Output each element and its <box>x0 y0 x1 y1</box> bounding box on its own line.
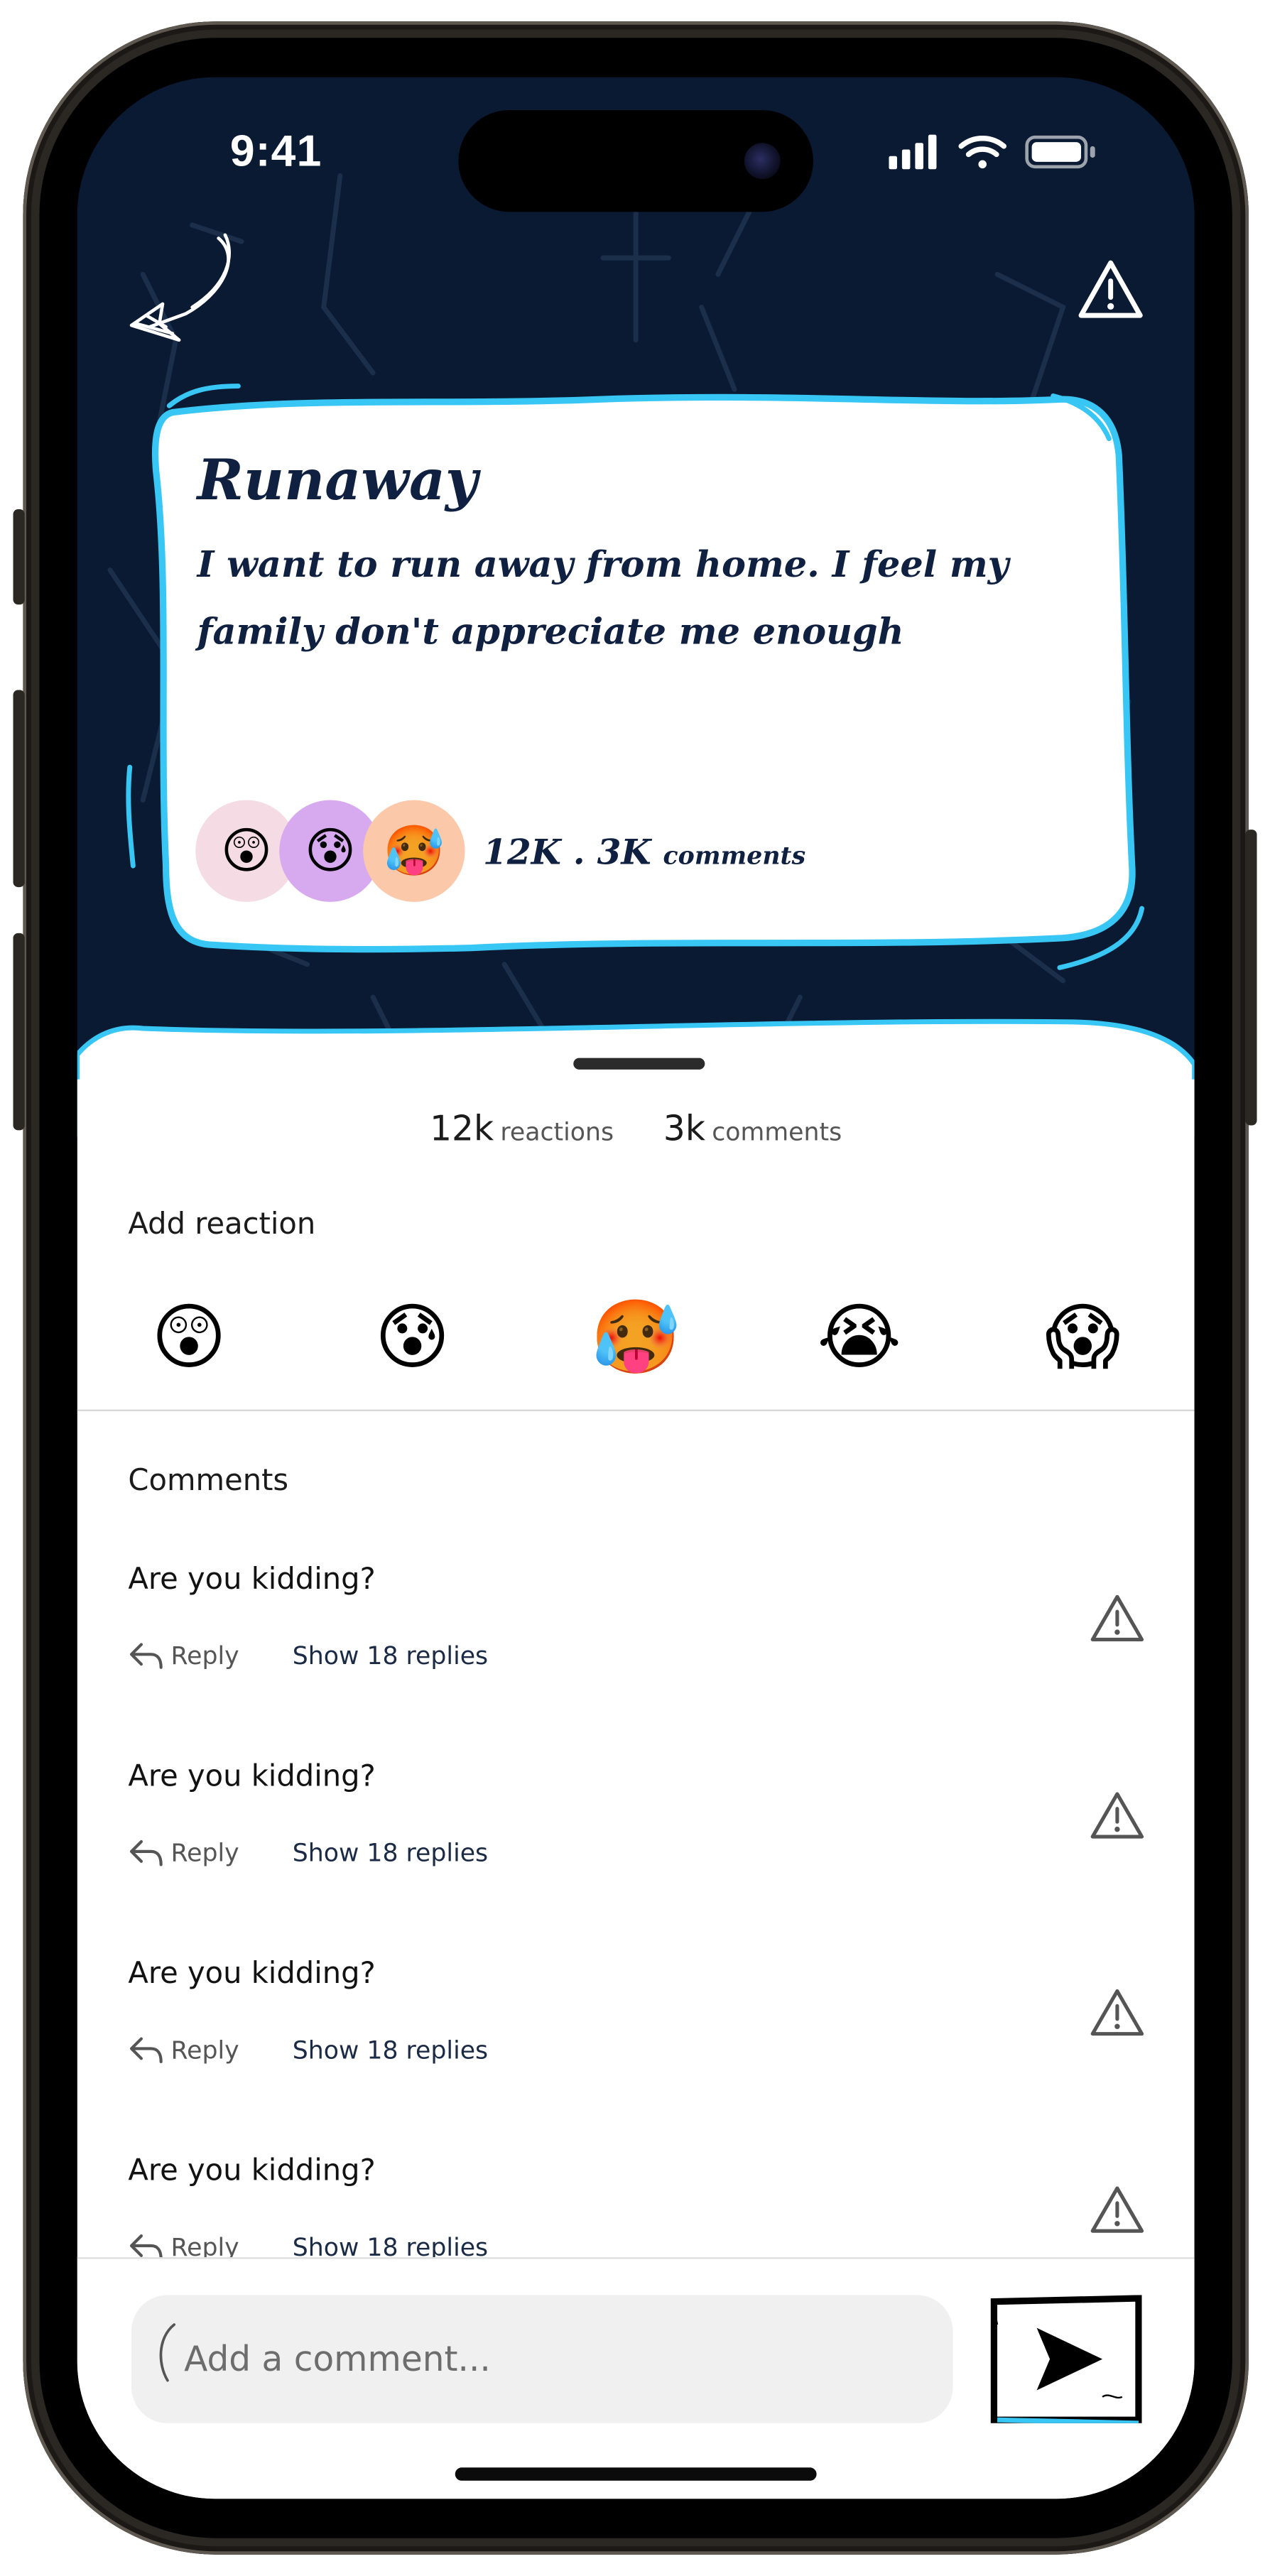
report-warning-icon[interactable] <box>1076 258 1145 320</box>
post-body: I want to run away from home. I feel my … <box>197 543 1009 654</box>
wifi-icon <box>958 136 1007 169</box>
field-sketch-mark-icon <box>159 2323 176 2382</box>
anxious-emoji-icon: 😰 <box>304 822 357 880</box>
stage: 9:41 Runaway I want to run away from hom… <box>0 0 1270 2576</box>
report-comment-icon[interactable] <box>1090 2183 1146 2236</box>
reply-arrow-icon <box>129 1839 163 1866</box>
comment-text: Are you kidding? <box>128 1956 376 1991</box>
comment-text: Are you kidding? <box>128 1759 376 1794</box>
comment-text: Are you kidding? <box>128 1562 376 1597</box>
reply-button[interactable]: Reply <box>128 2036 239 2065</box>
screen: 9:41 Runaway I want to run away from hom… <box>77 77 1195 2499</box>
show-replies-link[interactable]: Show 18 replies <box>293 2036 488 2065</box>
volume-down-button <box>13 933 25 1131</box>
post-meta-label: comments <box>663 841 806 871</box>
reply-button[interactable]: Reply <box>128 1641 239 1671</box>
front-camera <box>744 143 781 180</box>
report-comment-icon[interactable] <box>1090 1987 1146 2039</box>
cellular-signal-icon <box>889 134 937 170</box>
home-indicator[interactable] <box>455 2467 817 2481</box>
surprised-reaction-button[interactable]: 😲 <box>140 1290 239 1388</box>
volume-up-button <box>13 690 25 888</box>
hot-face-reaction-button[interactable]: 🥵 <box>587 1290 685 1388</box>
comments-label: comments <box>712 1116 842 1147</box>
comment-text: Are you kidding? <box>128 2153 376 2189</box>
report-comment-icon[interactable] <box>1090 1789 1146 1842</box>
battery-icon <box>1025 135 1095 169</box>
send-button[interactable] <box>987 2295 1142 2423</box>
post-meta: 12K . 3K comments <box>483 831 805 872</box>
reaction-picker: 😲 😰 🥵 😭 😱 <box>128 1290 1146 1388</box>
reply-arrow-icon <box>129 1643 163 1669</box>
reply-label: Reply <box>170 1838 239 1868</box>
sheet-drag-handle[interactable] <box>573 1058 705 1070</box>
section-divider <box>77 1409 1195 1411</box>
comment-item: Are you kidding? Reply Show 18 replies <box>128 1957 1146 2104</box>
status-time: 9:41 <box>229 126 322 176</box>
comments-label: Comments <box>128 1463 289 1499</box>
reply-label: Reply <box>170 2035 239 2065</box>
reaction-bubble-hot: 🥵 <box>363 800 465 902</box>
reactions-count: 12k <box>430 1109 494 1148</box>
back-arrow-icon[interactable] <box>126 229 241 347</box>
comment-field-container <box>131 2295 953 2423</box>
reactions-label: reactions <box>500 1116 614 1147</box>
report-comment-icon[interactable] <box>1090 1592 1146 1644</box>
post-title: Runaway <box>197 448 478 515</box>
hot-face-emoji-icon: 🥵 <box>383 822 445 880</box>
comment-item: Are you kidding? Reply Show 18 replies <box>128 1759 1146 1907</box>
surprised-emoji-icon: 😲 <box>220 822 273 880</box>
crying-reaction-button[interactable]: 😭 <box>810 1290 908 1388</box>
add-reaction-label: Add reaction <box>128 1207 316 1242</box>
post-meta-counts: 12K . 3K <box>483 831 651 873</box>
show-replies-link[interactable]: Show 18 replies <box>293 1641 488 1671</box>
anxious-reaction-button[interactable]: 😰 <box>363 1290 462 1388</box>
reply-label: Reply <box>170 1641 239 1671</box>
reply-button[interactable]: Reply <box>128 1838 239 1868</box>
comments-count: 3k <box>663 1109 705 1148</box>
comment-item: Are you kidding? Reply Show 18 replies <box>128 1563 1146 1710</box>
comment-input[interactable] <box>180 2327 911 2391</box>
screaming-reaction-button[interactable]: 😱 <box>1033 1290 1132 1388</box>
power-button <box>1245 830 1257 1126</box>
stats-row: 12k reactions 3k comments <box>77 1109 1195 1148</box>
status-icons <box>889 134 1095 170</box>
action-button <box>13 509 25 605</box>
show-replies-link[interactable]: Show 18 replies <box>293 1838 488 1868</box>
reply-arrow-icon <box>129 2037 163 2064</box>
